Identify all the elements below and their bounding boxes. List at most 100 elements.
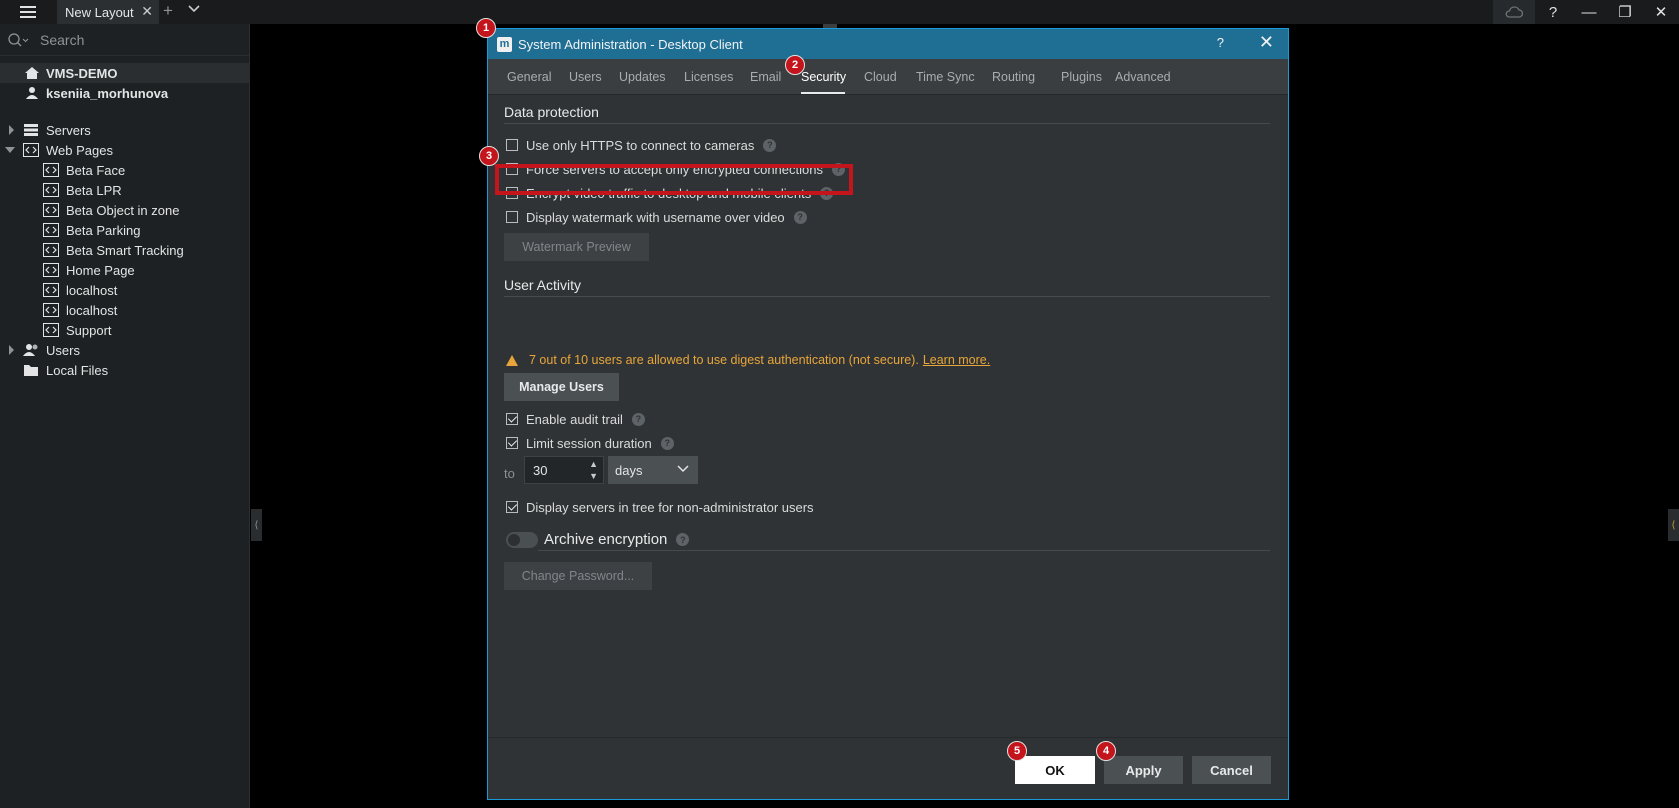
collapse-arrow-icon[interactable] [5, 146, 15, 156]
hamburger-icon [20, 6, 36, 18]
tree-item-current-user[interactable]: kseniia_morhunova [0, 83, 249, 103]
help-icon[interactable]: ? [763, 138, 777, 152]
annotation-badge: 2 [785, 55, 805, 75]
checkbox-label: Use only HTTPS to connect to cameras [526, 137, 755, 153]
expand-arrow-icon[interactable] [7, 125, 17, 135]
tree-item-web-page[interactable]: Home Page [0, 260, 249, 280]
web-page-icon [43, 223, 59, 237]
add-tab-button[interactable]: + [163, 1, 173, 21]
spin-down-icon[interactable]: ▼ [589, 471, 598, 481]
active-tab-indicator [801, 92, 845, 94]
to-label: to [504, 466, 515, 481]
checkbox-box[interactable] [506, 139, 518, 151]
annotation-badge: 5 [1007, 741, 1027, 761]
highlight-box [495, 164, 853, 195]
manage-users-button[interactable]: Manage Users [504, 373, 619, 401]
ok-button[interactable]: OK [1015, 756, 1095, 784]
restore-button[interactable]: ❐ [1607, 0, 1643, 24]
checkbox-box[interactable] [506, 437, 518, 449]
close-window-button[interactable]: ✕ [1643, 0, 1679, 24]
tab-time-sync[interactable]: Time Sync [916, 70, 975, 84]
section-heading-user-activity: User Activity [504, 277, 582, 293]
collapse-left-panel-handle[interactable]: ⟨ [251, 509, 262, 541]
tab-cloud[interactable]: Cloud [864, 70, 897, 84]
https-only-checkbox[interactable]: Use only HTTPS to connect to cameras ? [506, 136, 777, 154]
minimize-button[interactable]: — [1571, 0, 1607, 24]
help-icon[interactable]: ? [793, 210, 807, 224]
tab-close-icon[interactable]: ✕ [141, 3, 153, 20]
web-page-icon [23, 143, 39, 157]
limit-session-checkbox[interactable]: Limit session duration ? [506, 434, 674, 452]
annotation-badge: 1 [476, 18, 496, 38]
tree-item-users[interactable]: Users [0, 340, 249, 360]
apply-button[interactable]: Apply [1104, 756, 1183, 784]
tab-label: New Layout [65, 4, 134, 20]
collapse-right-panel-handle[interactable]: ⟨ [1668, 509, 1679, 541]
tab-users[interactable]: Users [569, 70, 602, 84]
top-bar: New Layout ✕ + ? — ❐ ✕ [0, 0, 1679, 24]
help-button[interactable]: ? [1535, 0, 1571, 24]
tree-item-web-page[interactable]: localhost [0, 280, 249, 300]
tab-new-layout[interactable]: New Layout ✕ [57, 0, 159, 24]
watermark-checkbox[interactable]: Display watermark with username over vid… [506, 208, 807, 226]
cloud-icon[interactable] [1493, 0, 1535, 24]
system-administration-dialog: m System Administration - Desktop Client… [487, 28, 1289, 800]
tree-item-system[interactable]: VMS-DEMO [0, 63, 249, 83]
annotation-badge: 4 [1096, 741, 1116, 761]
learn-more-link[interactable]: Learn more. [923, 353, 990, 367]
duration-unit-select[interactable]: days [608, 456, 698, 484]
archive-encryption-toggle[interactable] [506, 532, 538, 548]
help-icon[interactable]: ? [660, 436, 674, 450]
search-field[interactable]: Search [0, 24, 249, 56]
warning-text: 7 out of 10 users are allowed to use dig… [529, 353, 919, 367]
tab-routing[interactable]: Routing [992, 70, 1035, 84]
change-password-button[interactable]: Change Password... [504, 562, 652, 590]
dialog-help-button[interactable]: ? [1217, 35, 1224, 50]
annotation-badge: 3 [479, 146, 499, 166]
expand-arrow-icon[interactable] [7, 345, 17, 355]
tab-list-chevron-icon[interactable] [188, 2, 200, 19]
tab-email[interactable]: Email [750, 70, 781, 84]
section-divider [538, 550, 1270, 551]
help-icon[interactable]: ? [676, 533, 690, 546]
tree-item-web-page[interactable]: Beta Smart Tracking [0, 240, 249, 260]
checkbox-box[interactable] [506, 211, 518, 223]
tree-item-web-page[interactable]: Beta Face [0, 160, 249, 180]
main-menu-button[interactable] [0, 0, 56, 24]
cancel-button[interactable]: Cancel [1192, 756, 1271, 784]
tab-updates[interactable]: Updates [619, 70, 666, 84]
tree-item-servers[interactable]: Servers [0, 120, 249, 140]
web-page-icon [43, 203, 59, 217]
dialog-title-bar[interactable]: m System Administration - Desktop Client… [488, 29, 1288, 59]
audit-trail-checkbox[interactable]: Enable audit trail ? [506, 410, 645, 428]
watermark-preview-button[interactable]: Watermark Preview [504, 233, 649, 261]
spin-up-icon[interactable]: ▲ [589, 459, 598, 469]
checkbox-box[interactable] [506, 413, 518, 425]
tree-item-web-page[interactable]: Beta Object in zone [0, 200, 249, 220]
dialog-title: System Administration - Desktop Client [518, 36, 743, 52]
window-controls: ? — ❐ ✕ [1493, 0, 1679, 24]
tab-licenses[interactable]: Licenses [684, 70, 733, 84]
folder-icon [24, 365, 38, 376]
session-duration-spinbox[interactable]: 30 ▲ ▼ [524, 456, 604, 484]
section-divider [504, 123, 1270, 124]
tree-item-web-page[interactable]: localhost [0, 300, 249, 320]
web-page-icon [43, 163, 59, 177]
tree-item-web-page[interactable]: Support [0, 320, 249, 340]
tab-advanced[interactable]: Advanced [1115, 70, 1171, 84]
display-servers-checkbox[interactable]: Display servers in tree for non-administ… [506, 498, 814, 516]
tab-general[interactable]: General [507, 70, 551, 84]
home-icon [25, 67, 39, 79]
tab-plugins[interactable]: Plugins [1061, 70, 1102, 84]
users-icon [23, 344, 38, 356]
checkbox-box[interactable] [506, 501, 518, 513]
dialog-close-button[interactable]: ✕ [1259, 32, 1274, 53]
section-divider [504, 296, 1270, 297]
tree-item-web-page[interactable]: Beta LPR [0, 180, 249, 200]
tree-item-local-files[interactable]: Local Files [0, 360, 249, 380]
web-page-icon [43, 183, 59, 197]
tab-security[interactable]: Security [801, 70, 846, 84]
help-icon[interactable]: ? [631, 412, 645, 426]
tree-item-web-page[interactable]: Beta Parking [0, 220, 249, 240]
tree-item-web-pages[interactable]: Web Pages [0, 140, 249, 160]
